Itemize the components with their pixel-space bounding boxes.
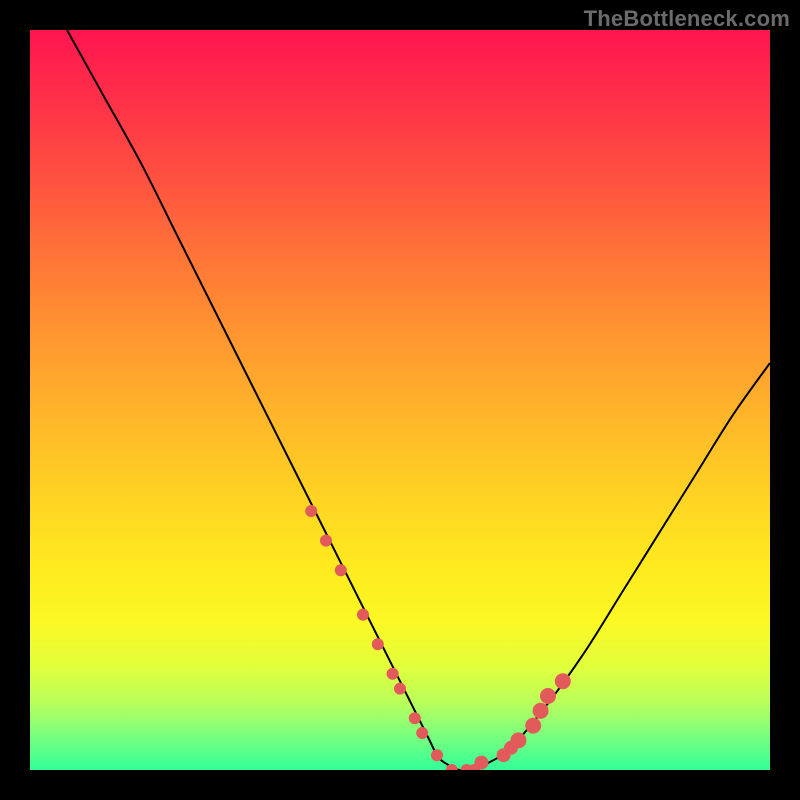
marker-point <box>305 505 317 517</box>
marker-point <box>416 727 428 739</box>
marker-point <box>335 564 347 576</box>
marker-point <box>320 535 332 547</box>
chart-svg <box>30 30 770 770</box>
highlighted-points <box>305 505 571 770</box>
marker-point <box>409 712 421 724</box>
marker-point <box>533 703 549 719</box>
watermark-text: TheBottleneck.com <box>584 6 790 32</box>
marker-point <box>372 638 384 650</box>
marker-point <box>474 756 488 770</box>
marker-point <box>510 732 526 748</box>
marker-point <box>431 749 443 761</box>
bottleneck-curve <box>67 30 770 770</box>
marker-point <box>540 688 556 704</box>
marker-point <box>525 718 541 734</box>
marker-point <box>357 609 369 621</box>
marker-point <box>387 668 399 680</box>
chart-frame: TheBottleneck.com <box>0 0 800 800</box>
marker-point <box>555 673 571 689</box>
plot-area <box>30 30 770 770</box>
marker-point <box>394 683 406 695</box>
